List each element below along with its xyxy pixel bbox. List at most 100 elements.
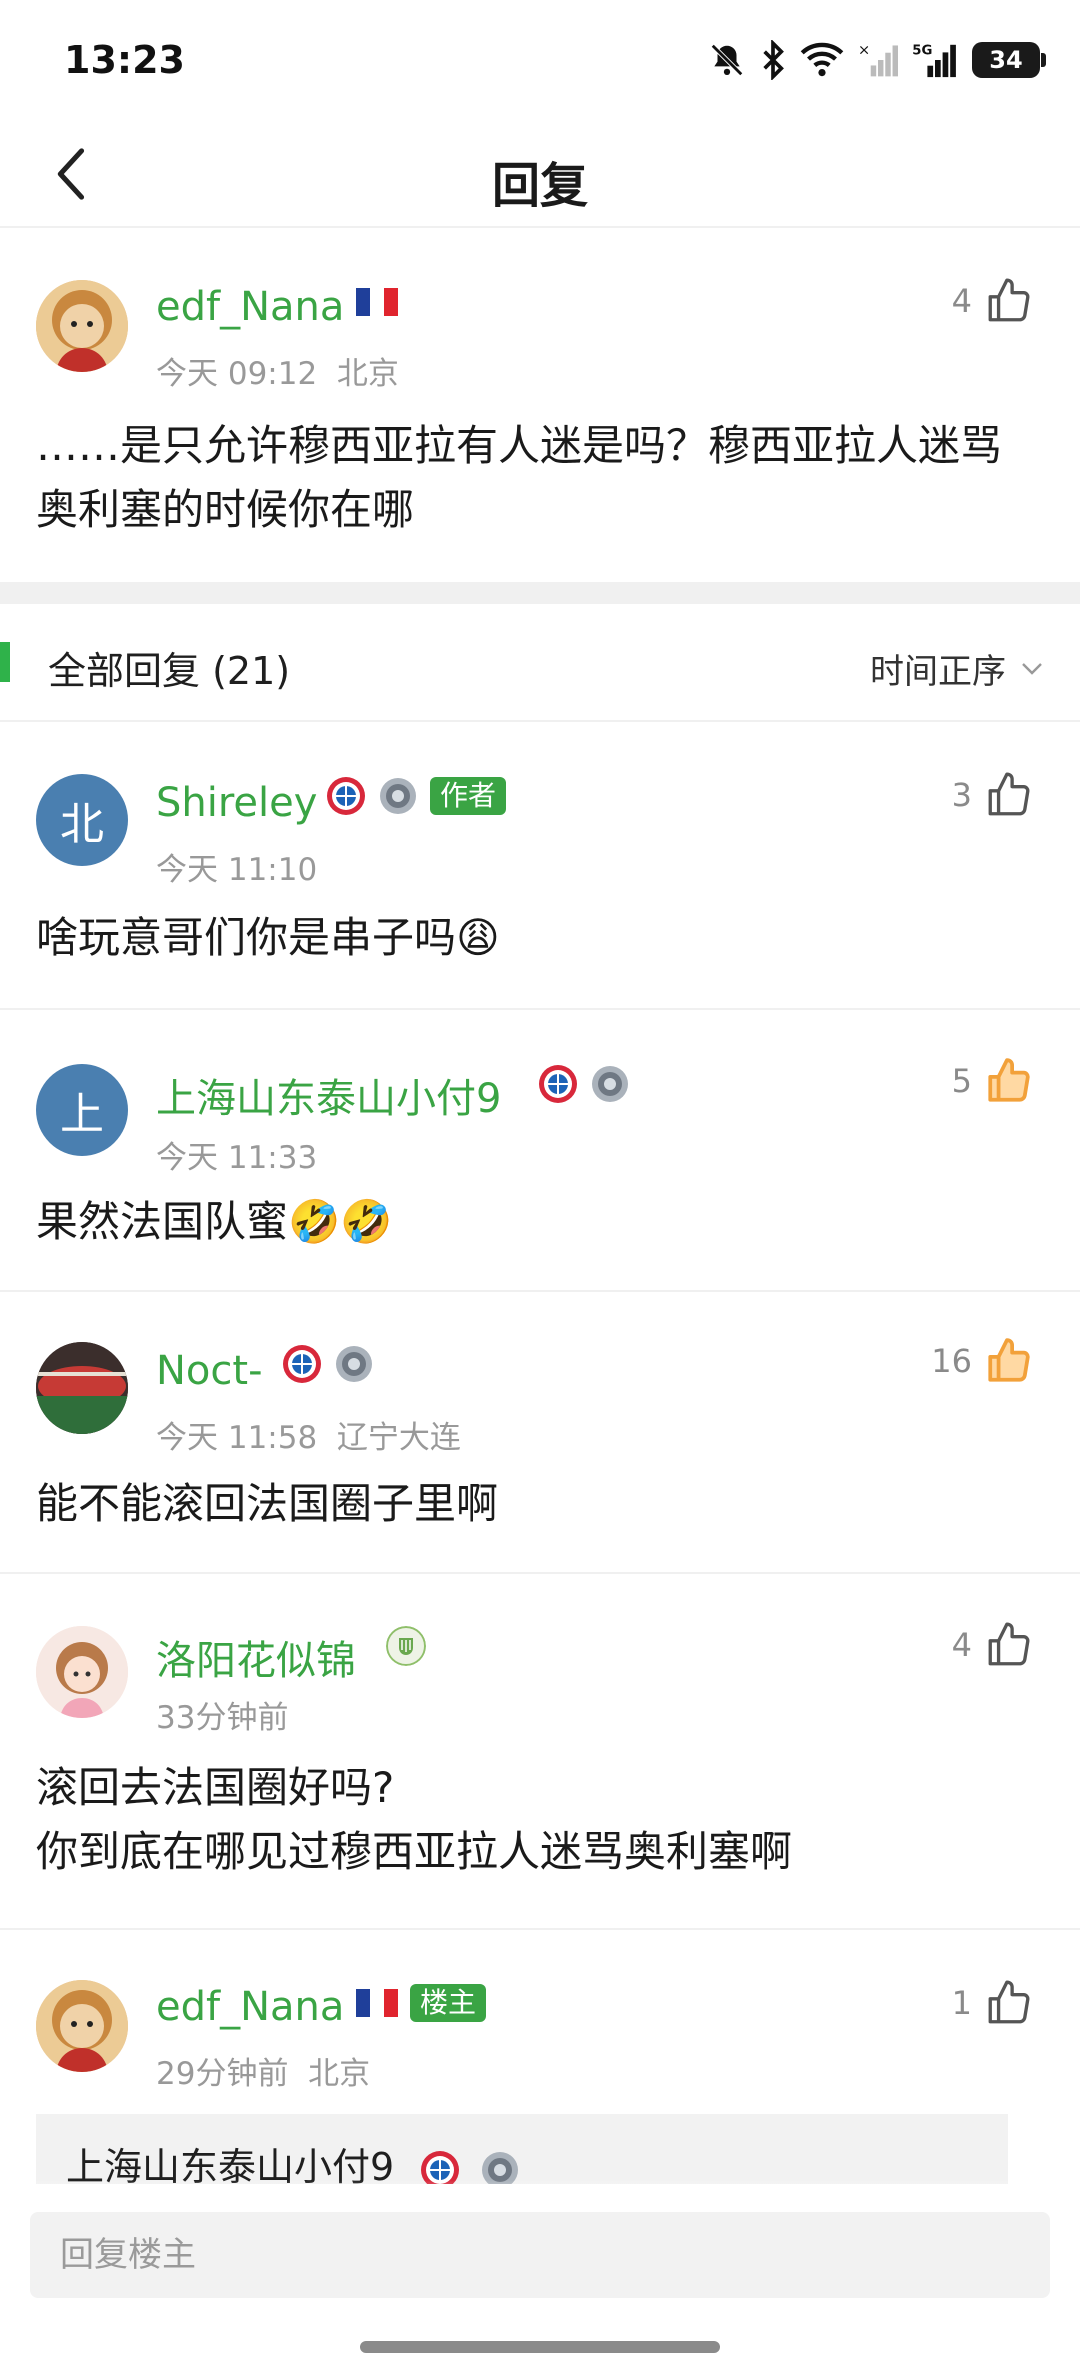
user-badges: 作者: [326, 776, 507, 816]
post-time: 今天 09:12: [156, 356, 318, 392]
signal-sim1-icon: ×: [858, 41, 898, 79]
reply-content-line: 你到底在哪见过穆西亚拉人迷骂奥利塞啊: [36, 1827, 793, 1876]
club-crest-icon: [386, 1626, 426, 1666]
like-button[interactable]: 16: [931, 1336, 1034, 1386]
author-tag: 作者: [430, 777, 507, 815]
like-button[interactable]: 3: [952, 770, 1034, 820]
status-icons: × 5G 34: [708, 36, 1046, 84]
avatar-image: [36, 280, 128, 372]
reply-content: 滚回去法国圈好吗? 你到底在哪见过穆西亚拉人迷骂奥利塞啊: [36, 1756, 1040, 1884]
reply-meta: 今天 11:58 辽宁大连: [156, 1412, 461, 1457]
thumbs-up-icon: [988, 1622, 1030, 1666]
like-count: 16: [931, 1342, 972, 1380]
trophy-plate-icon: [482, 2151, 519, 2184]
user-badges: [386, 1626, 426, 1666]
nav-bar: 回复: [0, 120, 1080, 228]
quoted-username: 上海山东泰山小付9: [66, 2145, 395, 2184]
sort-dropdown[interactable]: 时间正序: [870, 644, 1044, 693]
section-marker: [0, 642, 10, 682]
like-button[interactable]: 1: [952, 1978, 1034, 2028]
trophy-plate-icon: [592, 1066, 628, 1102]
reply-time: 今天 11:33: [156, 1140, 318, 1176]
like-button[interactable]: 5: [952, 1056, 1034, 1106]
reply-detail-page: 13:23 × 5G 34 回复 edf_Nana 今天 09:12 北京 4 …: [0, 0, 1080, 2376]
username[interactable]: edf_Nana: [156, 284, 344, 330]
avatar[interactable]: [36, 1342, 128, 1434]
sort-label: 时间正序: [870, 652, 1006, 692]
reply-location: 辽宁大连: [336, 1420, 461, 1456]
reply-input-bar: [30, 2212, 1050, 2298]
like-button[interactable]: 4: [952, 1620, 1034, 1670]
bayern-badge-icon: [283, 1345, 321, 1383]
france-flag-icon: [356, 1989, 398, 2017]
replies-header: 全部回复 (21) 时间正序: [0, 604, 1080, 722]
like-count: 5: [951, 1062, 972, 1100]
avatar-image: [36, 1980, 128, 2072]
user-badges: [538, 1064, 630, 1104]
user-badges: 楼主: [356, 1984, 487, 2022]
avatar-image: [36, 1626, 128, 1718]
status-bar: 13:23 × 5G 34: [0, 0, 1080, 120]
avatar[interactable]: [36, 1626, 128, 1718]
avatar-image: [36, 1342, 128, 1434]
thumbs-up-icon: [988, 1980, 1030, 2024]
username[interactable]: Noct-: [156, 1348, 263, 1394]
reply-location: 北京: [308, 2056, 371, 2092]
reply-item[interactable]: edf_Nana 楼主 29分钟前 北京 1 上海山东泰山小付9: [0, 1932, 1080, 2184]
post-content: ……是只允许穆西亚拉有人迷是吗？穆西亚拉人迷骂奥利塞的时候你在哪: [36, 421, 1003, 534]
thumbs-up-icon: [988, 278, 1030, 322]
user-badges: [356, 288, 398, 316]
svg-text:×: ×: [858, 43, 870, 59]
username[interactable]: Shireley: [156, 780, 317, 826]
op-tag: 楼主: [410, 1984, 487, 2022]
thumbs-up-icon: [988, 1058, 1030, 1102]
quoted-reply[interactable]: 上海山东泰山小付9: [36, 2114, 1008, 2184]
reply-time: 29分钟前: [156, 2056, 289, 2092]
post-location: 北京: [336, 356, 399, 392]
username[interactable]: edf_Nana: [156, 1984, 344, 2030]
reply-time: 今天 11:10: [156, 852, 318, 888]
thumbs-up-icon: [988, 772, 1030, 816]
bayern-badge-icon: [327, 777, 365, 815]
reply-item[interactable]: 洛阳花似锦 33分钟前 4 滚回去法国圈好吗? 你到底在哪见过穆西亚拉人迷骂奥利…: [0, 1576, 1080, 1930]
avatar-letter: 北: [60, 799, 104, 850]
bayern-badge-icon: [539, 1065, 577, 1103]
france-flag-icon: [356, 288, 398, 316]
home-indicator[interactable]: [360, 2341, 720, 2353]
avatar[interactable]: [36, 280, 128, 372]
reply-item[interactable]: Noct- 今天 11:58 辽宁大连 16 能不能滚回法国圈子里啊: [0, 1294, 1080, 1574]
reply-time: 今天 11:58: [156, 1420, 318, 1456]
bayern-badge-icon: [421, 2150, 460, 2184]
like-count: 4: [951, 282, 972, 320]
like-count: 3: [951, 776, 972, 814]
status-time: 13:23: [64, 38, 185, 82]
username[interactable]: 洛阳花似锦: [156, 1628, 356, 1686]
reply-input[interactable]: [30, 2212, 1050, 2298]
trophy-plate-icon: [336, 1346, 372, 1382]
quoted-user: 上海山东泰山小付9: [66, 2136, 520, 2184]
svg-text:5G: 5G: [912, 43, 932, 58]
like-count: 1: [951, 1984, 972, 2022]
reply-item[interactable]: 北 Shireley 作者 今天 11:10 3 啥玩意哥们你是串子吗😩: [0, 724, 1080, 1010]
reply-item[interactable]: 上 上海山东泰山小付9 今天 11:33 5 果然法国队蜜🤣🤣: [0, 1012, 1080, 1292]
section-divider: [0, 582, 1080, 604]
avatar-letter: 上: [60, 1089, 104, 1140]
scroll-fade: [0, 2180, 1080, 2210]
reply-content: 能不能滚回法国圈子里啊: [36, 1479, 499, 1528]
post-meta: 今天 09:12 北京: [156, 348, 399, 393]
like-count: 4: [951, 1626, 972, 1664]
signal-5g-icon: 5G: [912, 41, 958, 79]
avatar[interactable]: 上: [36, 1064, 128, 1156]
username[interactable]: 上海山东泰山小付9: [156, 1066, 501, 1124]
reply-meta: 29分钟前 北京: [156, 2048, 370, 2093]
user-badges: [282, 1344, 374, 1384]
avatar[interactable]: [36, 1980, 128, 2072]
reply-content-line: 滚回去法国圈好吗?: [36, 1763, 395, 1812]
avatar[interactable]: 北: [36, 774, 128, 866]
thumbs-up-icon: [988, 1338, 1030, 1382]
like-button[interactable]: 4: [952, 276, 1034, 326]
reply-time: 33分钟前: [156, 1700, 289, 1736]
bluetooth-icon: [760, 40, 786, 80]
battery-level: 34: [989, 46, 1023, 74]
replies-count-title: 全部回复 (21): [48, 649, 291, 693]
